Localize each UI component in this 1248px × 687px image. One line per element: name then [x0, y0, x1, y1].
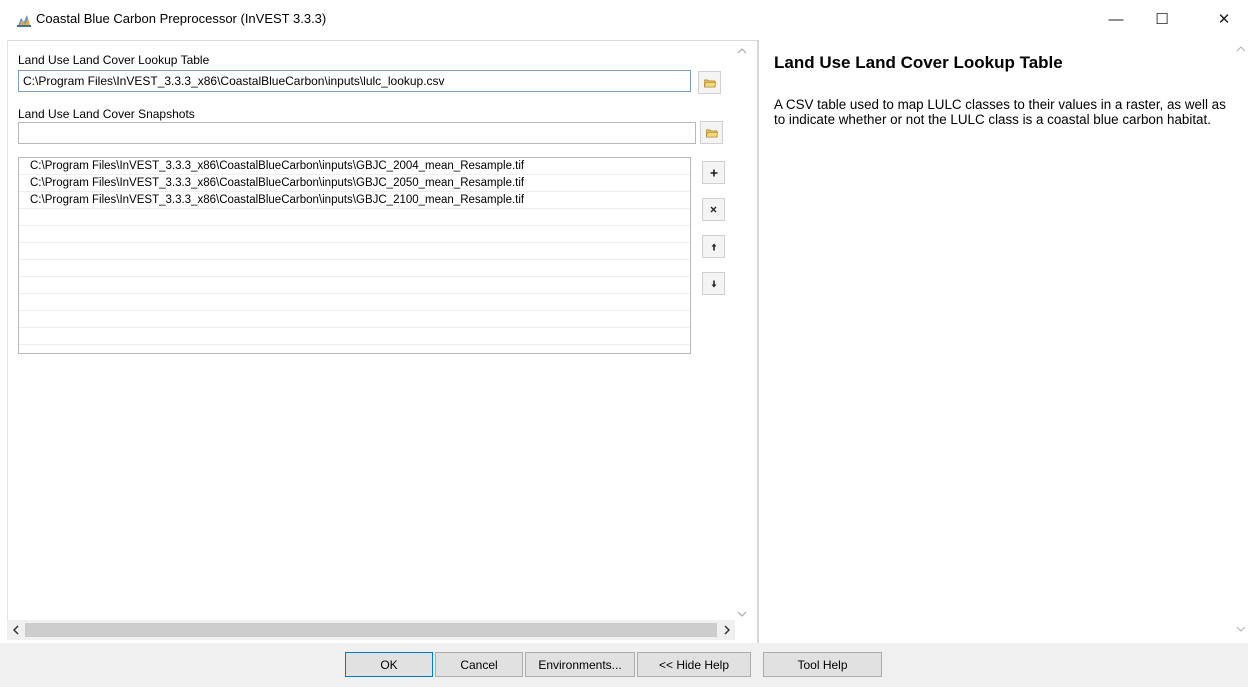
list-item[interactable]: C:\Program Files\InVEST_3.3.3_x86\Coasta…: [19, 158, 690, 175]
help-pane: Land Use Land Cover Lookup Table A CSV t…: [759, 40, 1248, 640]
snapshots-list[interactable]: C:\Program Files\InVEST_3.3.3_x86\Coasta…: [18, 157, 691, 354]
title-bar: Coastal Blue Carbon Preprocessor (InVEST…: [0, 0, 1248, 38]
scroll-left-arrow[interactable]: [7, 620, 24, 640]
move-up-button[interactable]: [702, 235, 725, 258]
maximize-button[interactable]: ☐: [1139, 0, 1185, 38]
list-item[interactable]: [19, 294, 690, 311]
help-title: Land Use Land Cover Lookup Table: [774, 53, 1063, 72]
ok-button[interactable]: OK: [345, 652, 433, 677]
parameters-pane: Land Use Land Cover Lookup Table Land Us…: [7, 40, 757, 640]
list-item[interactable]: [19, 328, 690, 345]
arrow-up-icon: [711, 243, 717, 251]
snapshots-input[interactable]: [18, 122, 696, 144]
list-item[interactable]: [19, 345, 690, 353]
scroll-up-arrow[interactable]: [734, 43, 750, 59]
button-bar: OK Cancel Environments... << Hide Help T…: [0, 643, 1248, 687]
list-item[interactable]: C:\Program Files\InVEST_3.3.3_x86\Coasta…: [19, 175, 690, 192]
lookup-browse-button[interactable]: [698, 71, 721, 94]
scrollbar-thumb[interactable]: [25, 623, 717, 637]
add-snapshot-button[interactable]: [702, 161, 725, 184]
snapshots-label: Land Use Land Cover Snapshots: [18, 107, 195, 121]
lookup-table-label: Land Use Land Cover Lookup Table: [18, 53, 210, 67]
list-item[interactable]: [19, 209, 690, 226]
remove-snapshot-button[interactable]: [702, 198, 725, 221]
minimize-button[interactable]: —: [1093, 0, 1139, 38]
list-item[interactable]: [19, 311, 690, 328]
list-item[interactable]: [19, 277, 690, 294]
move-down-button[interactable]: [702, 272, 725, 295]
tool-help-button[interactable]: Tool Help: [763, 652, 882, 677]
scroll-right-arrow[interactable]: [718, 620, 735, 640]
close-button[interactable]: ✕: [1201, 0, 1247, 38]
snapshots-browse-button[interactable]: [700, 121, 723, 144]
list-item[interactable]: C:\Program Files\InVEST_3.3.3_x86\Coasta…: [19, 192, 690, 209]
scroll-down-arrow[interactable]: [734, 606, 750, 622]
cancel-button[interactable]: Cancel: [435, 652, 523, 677]
help-scroll-up-arrow[interactable]: [1236, 44, 1248, 56]
window-title: Coastal Blue Carbon Preprocessor (InVEST…: [36, 11, 327, 26]
folder-open-icon: [703, 78, 716, 88]
plus-icon: [710, 169, 718, 177]
folder-open-icon: [705, 128, 718, 138]
list-item[interactable]: [19, 226, 690, 243]
hide-help-button[interactable]: << Hide Help: [637, 652, 751, 677]
environments-button[interactable]: Environments...: [525, 652, 635, 677]
horizontal-scrollbar[interactable]: [7, 620, 735, 640]
arrow-down-icon: [711, 280, 717, 288]
help-scroll-down-arrow[interactable]: [1236, 624, 1248, 636]
x-icon: [710, 206, 717, 213]
list-item[interactable]: [19, 243, 690, 260]
list-item[interactable]: [19, 260, 690, 277]
invest-tool-icon: [16, 12, 32, 28]
help-description: A CSV table used to map LULC classes to …: [774, 97, 1226, 127]
lookup-table-input[interactable]: [18, 70, 691, 92]
